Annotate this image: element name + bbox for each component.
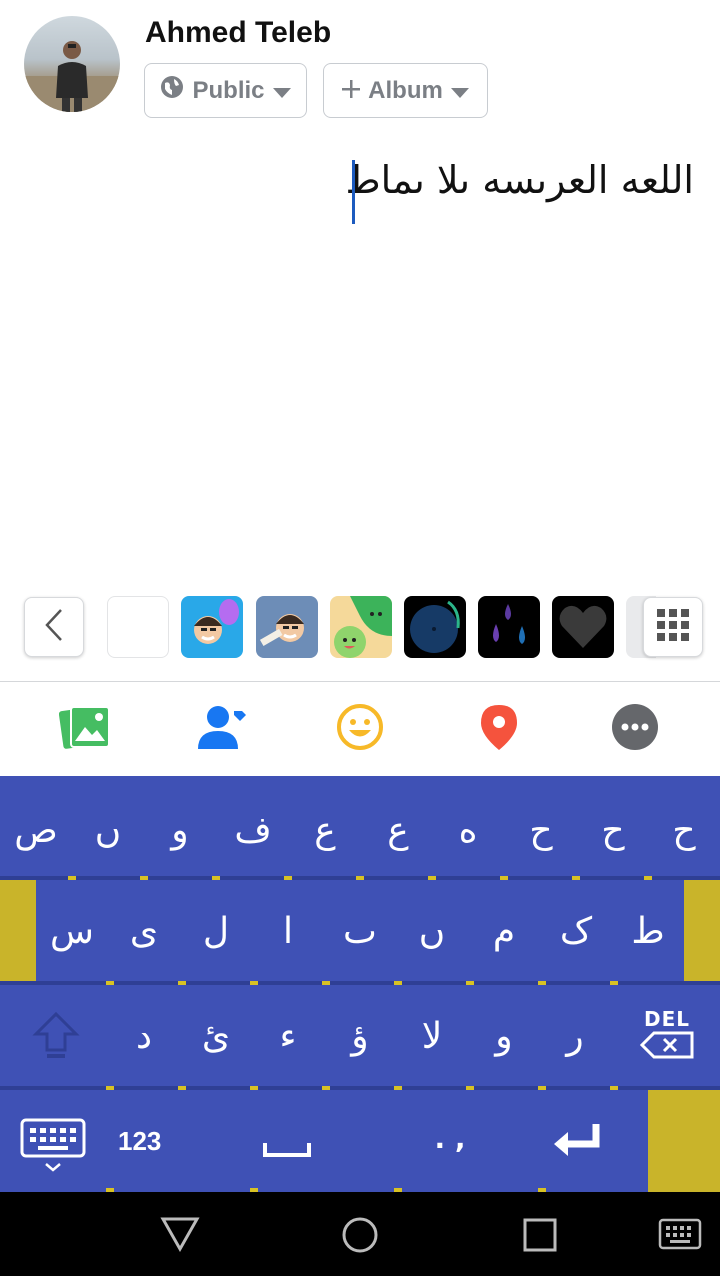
key[interactable]: و [150, 811, 210, 851]
plus-icon [342, 77, 361, 105]
key-padding-left [0, 880, 36, 981]
key[interactable]: ص [6, 811, 66, 851]
background-option-cactus[interactable] [330, 596, 392, 658]
key[interactable]: ف [223, 811, 283, 851]
punctuation-key[interactable]: . , [430, 1122, 470, 1155]
tag-people-icon [196, 703, 248, 756]
globe-icon [160, 75, 184, 106]
square-recents-icon [522, 1218, 558, 1257]
keyboard-row-1: ح ح ح ه ع ع ف و ں ص [0, 776, 720, 877]
key[interactable]: ح [654, 811, 714, 851]
divider [0, 681, 720, 682]
keyboard: ح ح ح ه ع ع ف و ں ص ط ک م ں ٮ ا ل ى س ر [0, 776, 720, 1192]
key[interactable]: ؤ [330, 1017, 390, 1057]
avatar[interactable] [24, 16, 120, 112]
key[interactable]: ک [546, 912, 606, 952]
system-navigation-bar [0, 1192, 720, 1276]
album-selector-button[interactable]: Album [323, 63, 488, 118]
key[interactable]: ئ [186, 1017, 246, 1057]
numbers-key[interactable]: 123 [118, 1126, 161, 1157]
key-padding-right [684, 880, 720, 981]
circle-home-icon [340, 1217, 380, 1259]
background-option-planet[interactable] [404, 596, 466, 658]
keyboard-row-4: 123 . , [0, 1090, 720, 1192]
home-nav-button[interactable] [340, 1215, 380, 1255]
background-option-balloon[interactable] [181, 596, 243, 658]
keyboard-row-2: ط ک م ں ٮ ا ل ى س [0, 880, 720, 981]
show-all-backgrounds-button[interactable] [643, 597, 703, 657]
tag-people-button[interactable] [196, 703, 248, 755]
key[interactable]: ع [295, 811, 355, 851]
photo-button[interactable] [58, 703, 111, 756]
album-label: Album [368, 76, 443, 104]
space-key[interactable] [262, 1135, 312, 1159]
background-option-diploma[interactable] [256, 596, 318, 658]
key[interactable]: ں [402, 912, 462, 952]
background-option-heart[interactable] [552, 596, 614, 658]
enter-key[interactable] [550, 1120, 606, 1164]
smiley-icon [336, 703, 384, 756]
location-pin-icon [479, 703, 519, 756]
keyboard-switch-key[interactable] [20, 1118, 88, 1176]
key[interactable]: ط [618, 912, 678, 952]
recents-nav-button[interactable] [522, 1217, 558, 1253]
shift-key[interactable] [30, 1010, 82, 1062]
keyboard-icon [20, 1118, 88, 1180]
privacy-label: Public [192, 76, 265, 104]
post-text-input[interactable]: اللعه العرىسه ىلا ىماط [346, 158, 694, 202]
key[interactable]: س [42, 912, 102, 952]
key[interactable]: ه [438, 811, 498, 851]
key[interactable]: ح [583, 811, 643, 851]
key[interactable]: ع [368, 811, 428, 851]
triangle-back-icon [160, 1217, 200, 1256]
photo-icon [58, 703, 111, 756]
key[interactable]: ر [545, 1017, 605, 1057]
keyboard-icon [658, 1218, 702, 1254]
privacy-selector-button[interactable]: Public [144, 63, 307, 118]
check-in-button[interactable] [473, 703, 525, 755]
key[interactable]: ى [114, 912, 174, 952]
background-option-drops[interactable] [478, 596, 540, 658]
caret-down-icon [450, 77, 469, 105]
strip-back-button[interactable] [24, 597, 84, 657]
back-nav-button[interactable] [160, 1216, 200, 1253]
key[interactable]: ٮ [330, 912, 390, 952]
key[interactable]: م [474, 912, 534, 952]
enter-icon [550, 1124, 606, 1168]
keyboard-picker-button[interactable] [658, 1218, 702, 1250]
key-padding-right [648, 1090, 720, 1192]
key[interactable]: ا [258, 912, 318, 952]
key[interactable]: ء [258, 1017, 318, 1057]
grid-icon [657, 608, 689, 646]
background-option-plain[interactable] [107, 596, 169, 658]
key[interactable]: ں [78, 811, 138, 851]
shift-icon [30, 1011, 82, 1066]
key[interactable]: و [474, 1017, 534, 1057]
more-options-button[interactable] [609, 703, 661, 755]
key[interactable]: ح [511, 811, 571, 851]
key[interactable]: لا [402, 1017, 462, 1057]
backspace-icon [639, 1031, 694, 1063]
chevron-left-icon [44, 608, 64, 647]
user-name: Ahmed Teleb [145, 16, 332, 49]
delete-label: DEL [643, 1007, 690, 1031]
text-cursor [352, 160, 355, 224]
key[interactable]: د [114, 1017, 174, 1057]
more-icon [611, 703, 659, 756]
keyboard-row-3: ر و لا ؤ ء ئ د DEL [0, 985, 720, 1086]
feeling-button[interactable] [334, 703, 386, 755]
caret-down-icon [272, 77, 291, 105]
key[interactable]: ل [186, 912, 246, 952]
space-bar-icon [262, 1143, 312, 1163]
delete-key[interactable]: DEL [636, 1007, 698, 1067]
